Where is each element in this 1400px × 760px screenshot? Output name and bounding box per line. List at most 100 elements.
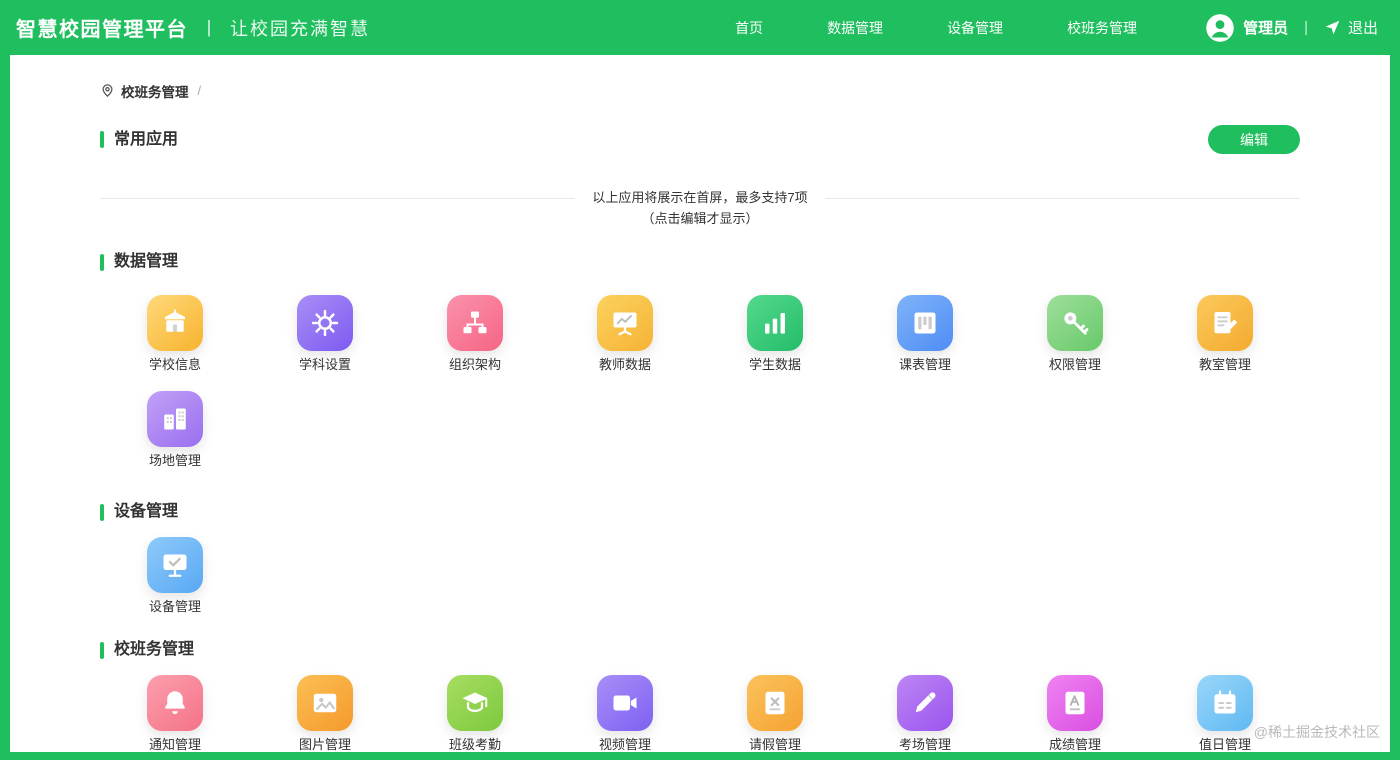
favorites-title-label: 常用应用 <box>114 130 179 148</box>
nav-item-home[interactable]: 首页 <box>735 18 763 38</box>
section-school-class-affairs: 校班务管理 通知管理 图片管理 班级考勤 视频管理 请假管理 考场管理 成绩管理… <box>100 641 1300 752</box>
favorites-title: 常用应用 <box>100 131 178 149</box>
org-chart-icon <box>447 295 503 351</box>
favorites-header: 常用应用 编辑 <box>100 125 1300 154</box>
gear-icon <box>297 295 353 351</box>
user-divider: | <box>1304 19 1308 36</box>
watermark: @稀土掘金技术社区 <box>1253 724 1380 740</box>
app-grade-management[interactable]: 成绩管理 <box>1000 675 1150 752</box>
section-accent-bar <box>100 641 104 659</box>
favorites-hint-line1: 以上应用将展示在首屏，最多支持7项 <box>592 190 808 205</box>
app-grid: 通知管理 图片管理 班级考勤 视频管理 请假管理 考场管理 成绩管理 值日管理 <box>100 675 1300 752</box>
bell-icon <box>147 675 203 731</box>
section-device-management: 设备管理 设备管理 <box>100 503 1300 615</box>
app-label: 通知管理 <box>148 737 201 752</box>
section-accent-bar <box>100 131 104 148</box>
hint-divider: 以上应用将展示在首屏，最多支持7项 （点击编辑才显示） <box>100 188 1300 230</box>
section-title-label: 校班务管理 <box>114 641 195 658</box>
brand-title: 智慧校园管理平台 <box>16 19 188 41</box>
page-panel: 校班务管理 / 常用应用 编辑 以上应用将展示在首屏，最多支持7项 （点击编辑才… <box>10 55 1390 752</box>
paper-plane-icon <box>1325 20 1340 35</box>
favorites-hint: 以上应用将展示在首屏，最多支持7项 （点击编辑才显示） <box>574 188 826 230</box>
app-label: 教室管理 <box>1198 357 1251 372</box>
app-label: 学生数据 <box>748 357 801 372</box>
main-nav: 首页 数据管理 设备管理 校班务管理 <box>735 18 1137 38</box>
section-title: 数据管理 <box>100 253 1300 271</box>
key-icon <box>1047 295 1103 351</box>
brand-slogan: 让校园充满智慧 <box>230 18 370 39</box>
section-title-label: 设备管理 <box>114 503 179 520</box>
section-title: 校班务管理 <box>100 641 1300 659</box>
app-subject-settings[interactable]: 学科设置 <box>250 295 400 373</box>
app-device-management[interactable]: 设备管理 <box>100 537 250 615</box>
brand-separator: 丨 <box>200 18 218 39</box>
app-label: 班级考勤 <box>448 737 501 752</box>
section-data-management: 数据管理 学校信息 学科设置 组织架构 教师数据 学生数据 课表管理 权限管理 … <box>100 253 1300 469</box>
calendar-icon <box>1197 675 1253 731</box>
user-name: 管理员 <box>1243 20 1289 37</box>
app-label: 课表管理 <box>898 357 951 372</box>
location-pin-icon <box>102 84 113 97</box>
app-label: 设备管理 <box>148 599 201 614</box>
nav-item-school-class-affairs[interactable]: 校班务管理 <box>1067 18 1137 38</box>
nav-item-device-management[interactable]: 设备管理 <box>947 18 1003 38</box>
app-label: 图片管理 <box>298 737 351 752</box>
app-label: 考场管理 <box>898 737 951 752</box>
section-title: 设备管理 <box>100 503 1300 521</box>
user-area: 管理员 | 退出 <box>1205 13 1378 43</box>
app-label: 成绩管理 <box>1048 737 1101 752</box>
app-label: 权限管理 <box>1048 357 1101 372</box>
app-notice-management[interactable]: 通知管理 <box>100 675 250 752</box>
app-label: 学校信息 <box>148 357 201 372</box>
app-permission-management[interactable]: 权限管理 <box>1000 295 1150 373</box>
edit-button[interactable]: 编辑 <box>1208 125 1300 154</box>
image-icon <box>297 675 353 731</box>
presentation-chart-icon <box>597 295 653 351</box>
graduation-cap-icon <box>447 675 503 731</box>
favorites-hint-line2: （点击编辑才显示） <box>641 210 759 226</box>
app-venue-management[interactable]: 场地管理 <box>100 391 250 469</box>
app-grid: 设备管理 <box>100 537 1300 615</box>
app-grid: 学校信息 学科设置 组织架构 教师数据 学生数据 课表管理 权限管理 教室管理 … <box>100 295 1300 469</box>
logout-label: 退出 <box>1347 20 1378 37</box>
timetable-icon <box>897 295 953 351</box>
app-label: 请假管理 <box>748 737 801 752</box>
app-school-info[interactable]: 学校信息 <box>100 295 250 373</box>
app-label: 学科设置 <box>298 357 351 372</box>
app-exam-room-management[interactable]: 考场管理 <box>850 675 1000 752</box>
logout-button[interactable]: 退出 <box>1324 17 1378 38</box>
app-video-management[interactable]: 视频管理 <box>550 675 700 752</box>
section-accent-bar <box>100 253 104 271</box>
app-leave-management[interactable]: 请假管理 <box>700 675 850 752</box>
app-label: 值日管理 <box>1198 737 1251 752</box>
school-building-icon <box>147 295 203 351</box>
nav-item-data-management[interactable]: 数据管理 <box>827 18 883 38</box>
avatar-person-icon <box>1206 13 1234 42</box>
pen-icon <box>897 675 953 731</box>
app-student-data[interactable]: 学生数据 <box>700 295 850 373</box>
app-label: 场地管理 <box>148 453 201 468</box>
section-accent-bar <box>100 503 104 521</box>
monitor-check-icon <box>147 537 203 593</box>
grade-document-icon <box>1047 675 1103 731</box>
app-org-structure[interactable]: 组织架构 <box>400 295 550 373</box>
building-icon <box>147 391 203 447</box>
app-teacher-data[interactable]: 教师数据 <box>550 295 700 373</box>
app-label: 视频管理 <box>598 737 651 752</box>
app-label: 教师数据 <box>598 357 651 372</box>
app-classroom-management[interactable]: 教室管理 <box>1150 295 1300 373</box>
edit-document-icon <box>1197 295 1253 351</box>
app-class-attendance[interactable]: 班级考勤 <box>400 675 550 752</box>
app-timetable-management[interactable]: 课表管理 <box>850 295 1000 373</box>
top-header: 智慧校园管理平台 丨 让校园充满智慧 首页 数据管理 设备管理 校班务管理 管理… <box>0 0 1400 55</box>
bar-chart-icon <box>747 295 803 351</box>
app-picture-management[interactable]: 图片管理 <box>250 675 400 752</box>
user-avatar[interactable] <box>1205 13 1235 43</box>
breadcrumb-separator: / <box>197 83 202 98</box>
video-camera-icon <box>597 675 653 731</box>
app-window: 智慧校园管理平台 丨 让校园充满智慧 首页 数据管理 设备管理 校班务管理 管理… <box>0 0 1400 760</box>
section-title-label: 数据管理 <box>114 253 179 270</box>
breadcrumb-current[interactable]: 校班务管理 <box>121 81 189 101</box>
breadcrumb: 校班务管理 / <box>100 55 1300 100</box>
app-label: 组织架构 <box>448 357 501 372</box>
